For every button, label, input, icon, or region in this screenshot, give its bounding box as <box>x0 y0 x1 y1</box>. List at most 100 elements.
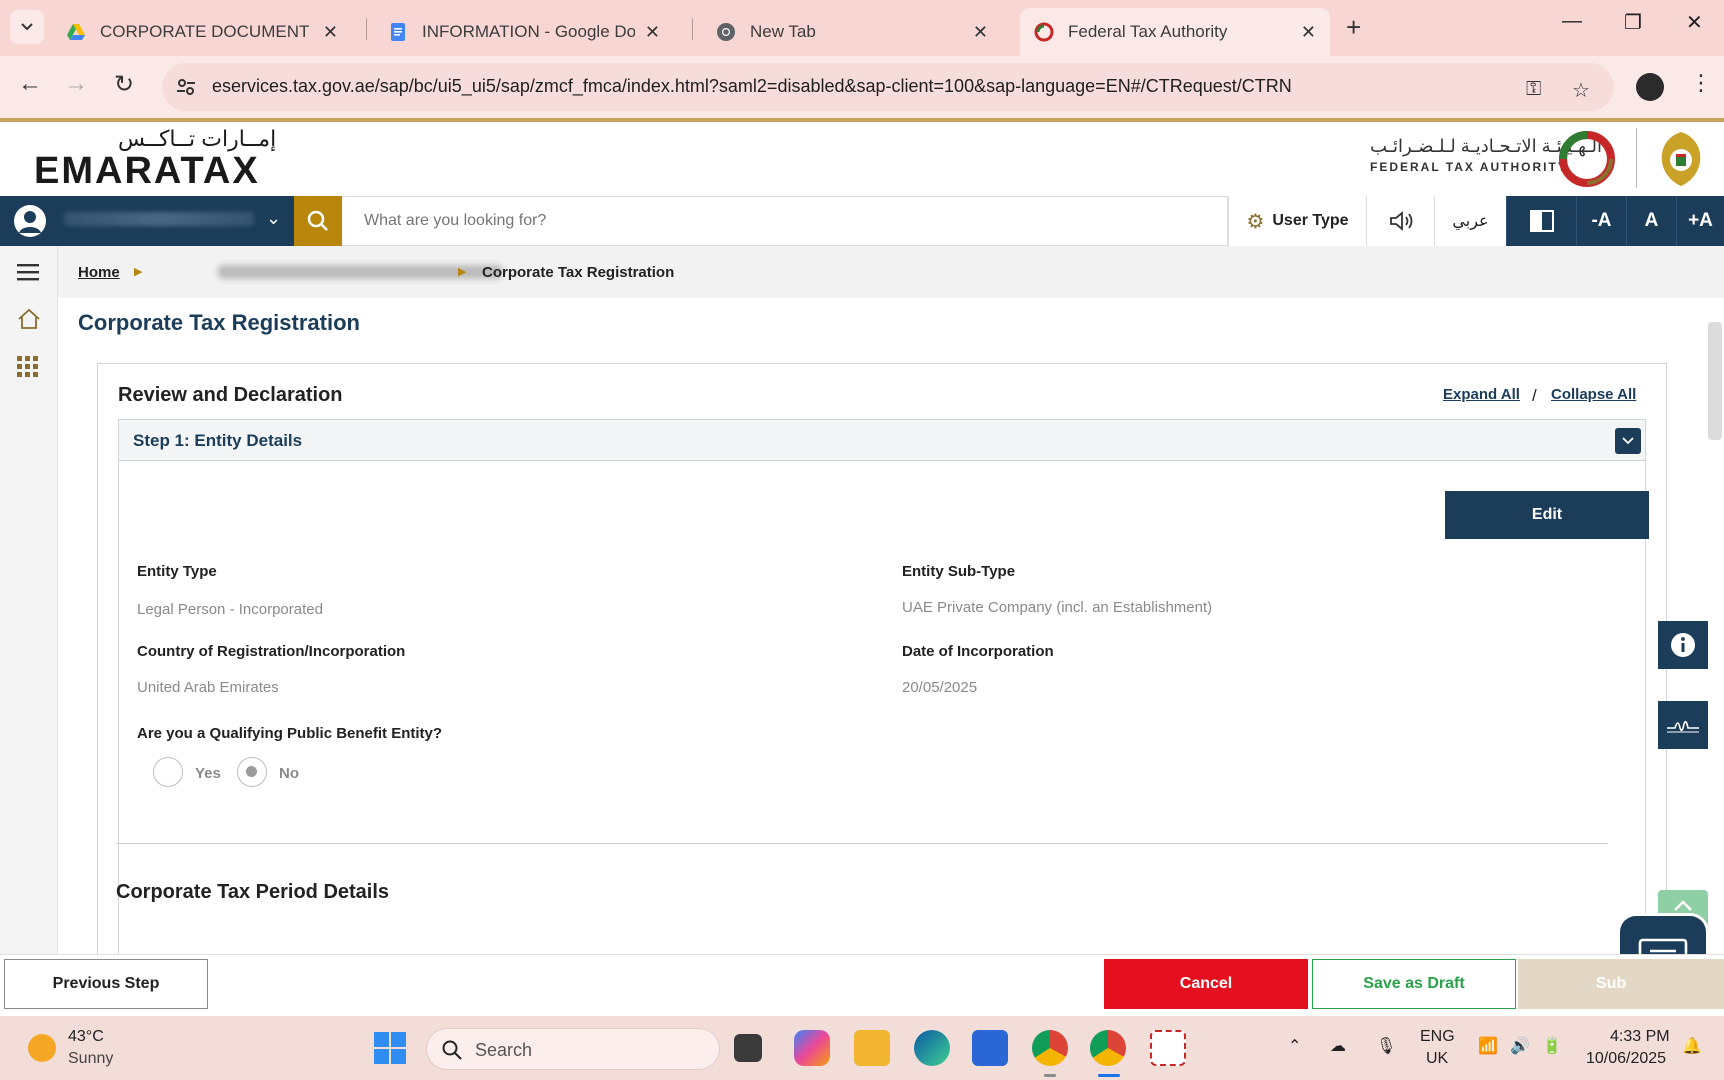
edge-icon[interactable] <box>914 1030 950 1066</box>
microsoft-store-icon[interactable] <box>972 1030 1008 1066</box>
reload-icon[interactable]: ↻ <box>114 70 134 99</box>
font-normal-button[interactable]: A <box>1626 196 1676 246</box>
accordion-toggle-button[interactable] <box>1615 428 1641 454</box>
site-search-input[interactable] <box>342 196 1228 246</box>
site-search-button[interactable] <box>294 196 342 246</box>
bookmark-star-icon[interactable]: ☆ <box>1572 78 1590 103</box>
weather-condition[interactable]: Sunny <box>68 1050 113 1068</box>
clock-time[interactable]: 4:33 PM <box>1610 1028 1670 1046</box>
apps-grid-icon[interactable] <box>17 356 39 378</box>
close-tab-icon[interactable]: ✕ <box>323 22 338 43</box>
weather-temperature[interactable]: 43°C <box>68 1028 104 1046</box>
password-key-icon[interactable]: ⚿ <box>1526 78 1541 101</box>
hamburger-menu-icon[interactable] <box>17 262 41 282</box>
chevron-down-icon[interactable]: ⌄ <box>266 208 281 229</box>
info-button[interactable] <box>1658 621 1708 669</box>
browser-tab-new-tab[interactable]: New Tab ✕ <box>702 8 1002 56</box>
header-divider <box>1636 128 1637 188</box>
notification-bell-icon[interactable]: 🔔 <box>1682 1036 1702 1056</box>
cancel-button[interactable]: Cancel <box>1104 959 1308 1009</box>
clock-date[interactable]: 10/06/2025 <box>1586 1050 1666 1068</box>
snipping-tool-icon[interactable] <box>1150 1030 1186 1066</box>
fta-name-english: FEDERAL TAX AUTHORITY <box>1370 160 1568 174</box>
back-icon[interactable]: ← <box>18 70 42 98</box>
uae-emblem-icon <box>1661 132 1701 186</box>
close-tab-icon[interactable]: ✕ <box>645 22 660 43</box>
read-aloud-button[interactable] <box>1366 196 1434 246</box>
collapse-all-link[interactable]: Collapse All <box>1551 386 1636 403</box>
microphone-icon[interactable]: 🎙 <box>1376 1036 1396 1056</box>
date-of-incorporation-label: Date of Incorporation <box>902 643 1054 660</box>
taskbar-search[interactable]: Search <box>426 1028 720 1070</box>
app-active-indicator <box>1098 1074 1120 1077</box>
arabic-language-button[interactable]: عربي <box>1434 196 1506 246</box>
browser-tab-bar: CORPORATE DOCUMENT - Acc ✕ INFORMATION -… <box>0 0 1724 56</box>
forward-icon[interactable]: → <box>64 70 88 98</box>
info-icon <box>1671 633 1695 657</box>
chrome-profile-2-icon[interactable] <box>1090 1030 1126 1066</box>
qpbe-no-label: No <box>279 765 299 782</box>
browser-tab-corporate-document[interactable]: CORPORATE DOCUMENT - Acc ✕ <box>52 8 352 56</box>
step1-accordion-header[interactable]: Step 1: Entity Details <box>118 419 1646 461</box>
scrollbar-thumb[interactable] <box>1708 322 1722 440</box>
google-docs-icon <box>391 23 405 41</box>
tab-title: INFORMATION - Google Docs <box>422 22 635 41</box>
font-decrease-button[interactable]: -A <box>1576 196 1626 246</box>
qpbe-no-radio[interactable] <box>237 757 267 787</box>
browser-tab-federal-tax-authority[interactable]: Federal Tax Authority ✕ <box>1020 8 1330 56</box>
site-info-icon[interactable] <box>174 75 198 99</box>
file-explorer-icon[interactable] <box>854 1030 890 1066</box>
signature-icon <box>1667 720 1699 733</box>
sun-icon[interactable] <box>28 1034 56 1062</box>
expand-all-link[interactable]: Expand All <box>1443 386 1520 403</box>
qpbe-yes-label: Yes <box>195 765 221 782</box>
tray-overflow-icon[interactable]: ⌃ <box>1288 1036 1301 1056</box>
user-type-button[interactable]: ⚙ User Type <box>1228 196 1366 246</box>
save-as-draft-button[interactable]: Save as Draft <box>1312 959 1516 1009</box>
url-field[interactable]: eservices.tax.gov.ae/sap/bc/ui5_ui5/sap/… <box>162 63 1614 111</box>
task-view-icon[interactable] <box>734 1034 762 1062</box>
chrome-menu-icon[interactable]: ⋮ <box>1690 70 1712 96</box>
font-increase-button[interactable]: +A <box>1676 196 1724 246</box>
onedrive-icon[interactable]: ☁ <box>1330 1036 1346 1056</box>
copilot-icon[interactable] <box>794 1030 830 1066</box>
language-primary[interactable]: ENG <box>1420 1028 1455 1046</box>
tab-search-button[interactable] <box>10 10 44 44</box>
submit-button[interactable]: Sub <box>1518 959 1724 1009</box>
user-menu[interactable]: ⌄ <box>0 196 292 246</box>
restore-icon[interactable]: ❐ <box>1624 10 1642 35</box>
tab-title: CORPORATE DOCUMENT - Acc <box>100 22 313 41</box>
card-title: Review and Declaration <box>118 384 343 406</box>
emaratax-logo[interactable]: EMARATAX <box>34 150 260 193</box>
home-icon[interactable] <box>17 308 41 330</box>
close-tab-icon[interactable]: ✕ <box>1301 22 1316 43</box>
user-type-label: User Type <box>1272 212 1349 229</box>
windows-taskbar: 43°C Sunny Search ⌃ ☁ 🎙 ENG UK 📶 🔊 🔋 4:3… <box>0 1016 1724 1080</box>
profile-avatar[interactable] <box>1636 73 1664 101</box>
chrome-profile-1-icon[interactable] <box>1032 1030 1068 1066</box>
tab-title: New Tab <box>750 22 816 41</box>
volume-icon[interactable]: 🔊 <box>1510 1036 1530 1056</box>
taskbar-search-label: Search <box>475 1040 533 1060</box>
battery-icon[interactable]: 🔋 <box>1542 1036 1562 1056</box>
close-window-icon[interactable]: ✕ <box>1686 10 1703 35</box>
left-rail <box>0 246 58 954</box>
edit-button[interactable]: Edit <box>1445 491 1649 539</box>
qpbe-yes-radio[interactable] <box>153 757 183 787</box>
previous-step-button[interactable]: Previous Step <box>4 959 208 1009</box>
language-region[interactable]: UK <box>1426 1050 1448 1068</box>
new-tab-icon[interactable]: + <box>1346 12 1361 43</box>
app-running-indicator <box>1044 1074 1056 1077</box>
windows-start-icon[interactable] <box>374 1032 406 1064</box>
close-tab-icon[interactable]: ✕ <box>973 22 988 43</box>
signature-button[interactable] <box>1658 701 1708 749</box>
site-header: إمــارات تــاكــس EMARATAX الـهـيـئـة ال… <box>0 122 1724 196</box>
tab-separator <box>366 18 367 40</box>
breadcrumb-home[interactable]: Home <box>78 264 120 281</box>
arabic-label: عربي <box>1452 213 1489 230</box>
contrast-toggle-button[interactable] <box>1506 196 1576 246</box>
minimize-icon[interactable]: — <box>1562 10 1582 33</box>
wifi-icon[interactable]: 📶 <box>1478 1036 1498 1056</box>
entity-subtype-value: UAE Private Company (incl. an Establishm… <box>902 599 1213 616</box>
browser-tab-information[interactable]: INFORMATION - Google Docs ✕ <box>374 8 674 56</box>
